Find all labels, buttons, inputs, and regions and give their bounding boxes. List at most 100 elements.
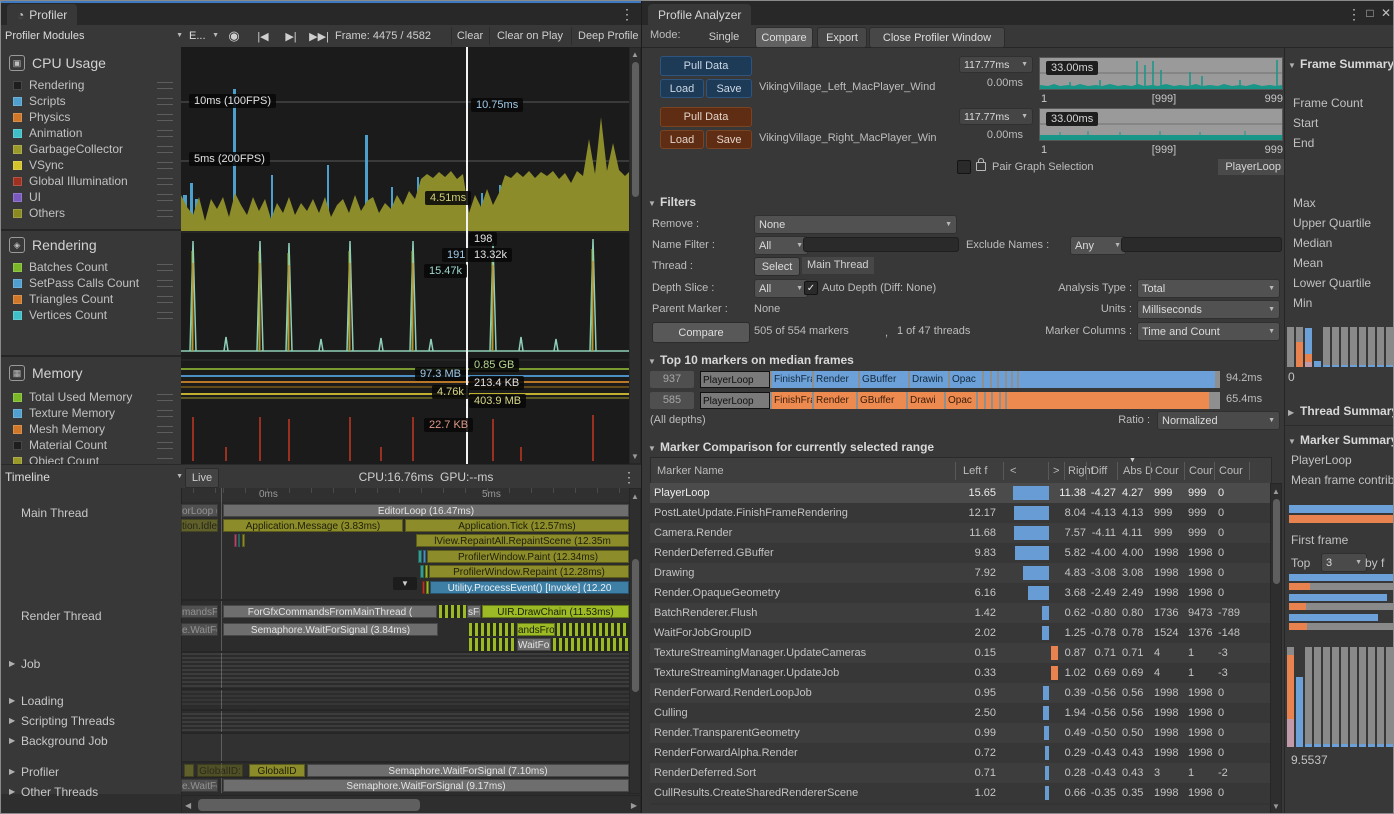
- legend-item[interactable]: Batches Count: [1, 259, 181, 275]
- drag-handle-icon[interactable]: [157, 394, 173, 401]
- drag-handle-icon[interactable]: [157, 146, 173, 153]
- top10-segment[interactable]: [986, 392, 991, 409]
- timeline-span[interactable]: [557, 623, 629, 636]
- top10-segment[interactable]: Render: [814, 371, 858, 388]
- scroll-down-icon[interactable]: ▼: [1271, 802, 1281, 811]
- timeline-hscrollbar[interactable]: ◀ ▶: [181, 795, 641, 814]
- table-row[interactable]: TextureStreamingManager.UpdateJob0.331.0…: [650, 663, 1270, 683]
- frame-graph-left[interactable]: 33.00ms: [1039, 57, 1283, 90]
- table-row[interactable]: PostLateUpdate.FinishFrameRendering12.17…: [650, 503, 1270, 523]
- table-row[interactable]: BatchRenderer.Flush1.420.62-0.800.801736…: [650, 603, 1270, 623]
- view-mode-dropdown[interactable]: Timeline ▼: [1, 468, 188, 485]
- table-row[interactable]: RenderForward.RenderLoopJob0.950.39-0.56…: [650, 683, 1270, 703]
- save-left-button[interactable]: Save: [706, 79, 752, 98]
- mode-single-button[interactable]: Single: [700, 27, 748, 46]
- legend-item[interactable]: Others: [1, 205, 181, 221]
- timeline-span[interactable]: Application.Tick (12.57ms): [405, 519, 629, 532]
- legend-item[interactable]: VSync: [1, 157, 181, 173]
- scroll-up-icon[interactable]: ▲: [630, 492, 640, 501]
- analysis-type-dropdown[interactable]: Total▼: [1137, 279, 1280, 298]
- timeline-span[interactable]: Semaphore.WaitForSignal (7.10ms): [307, 764, 629, 777]
- close-icon[interactable]: ✕: [1379, 6, 1393, 20]
- table-row[interactable]: Render.TransparentGeometry0.990.49-0.500…: [650, 723, 1270, 743]
- exclude-input[interactable]: [1121, 237, 1282, 252]
- drag-handle-icon[interactable]: [157, 178, 173, 185]
- timeline-span[interactable]: [469, 638, 515, 651]
- range-max-right-dropdown[interactable]: 117.77ms ▼: [959, 108, 1033, 125]
- pull-data-right-button[interactable]: Pull Data: [660, 107, 752, 127]
- table-row[interactable]: Drawing7.924.83-3.083.08199819980: [650, 563, 1270, 583]
- timeline-span[interactable]: orLoop (1.6: [181, 504, 218, 517]
- timeline-vscrollbar[interactable]: ▲: [629, 488, 641, 794]
- save-right-button[interactable]: Save: [706, 130, 752, 149]
- timeline-span[interactable]: Semaphore.WaitForSignal (3.84ms): [223, 623, 438, 636]
- col-count-left[interactable]: Cour: [1155, 465, 1185, 477]
- table-row[interactable]: Render.OpaqueGeometry6.163.68-2.492.4919…: [650, 583, 1270, 603]
- table-row[interactable]: Culling2.501.94-0.560.56199819980: [650, 703, 1270, 723]
- record-button[interactable]: ◉: [221, 27, 247, 45]
- timeline-span[interactable]: andsFrom: [517, 623, 555, 636]
- timeline-span[interactable]: e.WaitForSigna: [181, 623, 218, 636]
- timeline-span[interactable]: ProfilerWindow.Paint (12.34ms): [427, 550, 629, 563]
- timeline-span[interactable]: sFr: [467, 605, 481, 618]
- comparison-fold-icon[interactable]: ▼: [648, 444, 656, 453]
- top10-segment[interactable]: [993, 392, 999, 409]
- timeline-span[interactable]: [425, 565, 428, 578]
- range-max-left-dropdown[interactable]: 117.77ms ▼: [959, 56, 1033, 73]
- load-left-button[interactable]: Load: [660, 79, 704, 98]
- top10-segment[interactable]: [999, 371, 1005, 388]
- prev-frame-button[interactable]: |◀: [251, 27, 275, 45]
- top10-segment[interactable]: Opac: [946, 392, 976, 409]
- table-row[interactable]: CullResults.CreateSharedRendererScene1.0…: [650, 783, 1270, 803]
- profiler-modules-dropdown[interactable]: Profiler Modules ▼: [1, 27, 188, 44]
- drag-handle-icon[interactable]: [157, 296, 173, 303]
- drag-handle-icon[interactable]: [157, 114, 173, 121]
- legend-item[interactable]: Scripts: [1, 93, 181, 109]
- scroll-right-icon[interactable]: ▶: [631, 801, 637, 810]
- timeline-span[interactable]: [553, 638, 629, 651]
- ratio-dropdown[interactable]: Normalized▼: [1157, 411, 1280, 430]
- table-row[interactable]: RenderForwardAlpha.Render0.720.29-0.430.…: [650, 743, 1270, 763]
- deep-profile-button[interactable]: Deep Profile: [571, 27, 648, 45]
- clear-on-play-button[interactable]: Clear on Play: [489, 27, 570, 45]
- timeline-span[interactable]: Application.Message (3.83ms): [223, 519, 403, 532]
- thread-select-button[interactable]: Select: [754, 257, 800, 276]
- timeline-span[interactable]: e.WaitForSign: [181, 779, 218, 792]
- pull-data-left-button[interactable]: Pull Data: [660, 56, 752, 76]
- timeline-span[interactable]: [420, 565, 424, 578]
- thread-summary-fold-icon[interactable]: ▶: [1288, 408, 1294, 417]
- tab-profiler[interactable]: ◔ Profiler: [7, 4, 77, 25]
- pair-graph-checkbox[interactable]: [957, 160, 971, 174]
- clear-button[interactable]: Clear: [451, 27, 488, 45]
- timeline-span[interactable]: ProfilerWindow.Repaint (12.28ms): [429, 565, 629, 578]
- scroll-up-icon[interactable]: ▲: [630, 50, 640, 59]
- frame-selection-line[interactable]: [466, 47, 468, 464]
- chart-scrollbar[interactable]: ▲ ▼: [629, 47, 641, 464]
- table-row[interactable]: PlayerLoop15.6511.38-4.274.279999990: [650, 483, 1270, 503]
- tab-profile-analyzer[interactable]: Profile Analyzer: [648, 4, 751, 25]
- live-button[interactable]: Live: [185, 468, 219, 488]
- drag-handle-icon[interactable]: [157, 410, 173, 417]
- timeline-span[interactable]: [423, 550, 426, 563]
- legend-item[interactable]: SetPass Calls Count: [1, 275, 181, 291]
- legend-item[interactable]: Texture Memory: [1, 405, 181, 421]
- timeline-span[interactable]: ForGfxCommandsFromMainThread (: [223, 605, 437, 618]
- legend-item[interactable]: Total Used Memory: [1, 389, 181, 405]
- frame-graph-right[interactable]: 33.00ms: [1039, 108, 1283, 141]
- top10-segment[interactable]: GBuffer: [858, 392, 906, 409]
- legend-item[interactable]: Triangles Count: [1, 291, 181, 307]
- profiler-menu-icon[interactable]: ⋮: [619, 6, 635, 23]
- timeline-span[interactable]: [422, 581, 425, 594]
- compare-button[interactable]: Compare: [652, 322, 750, 343]
- table-row[interactable]: Camera.Render11.687.57-4.114.119999990: [650, 523, 1270, 543]
- drag-handle-icon[interactable]: [157, 194, 173, 201]
- module-title-rendering[interactable]: Rendering: [32, 237, 97, 253]
- timeline-span[interactable]: Utility.ProcessEvent() [Invoke] (12.20: [430, 581, 629, 594]
- drag-handle-icon[interactable]: [157, 98, 173, 105]
- top10-row[interactable]: 585PlayerLoopFinishFramRenderGBufferDraw…: [650, 391, 1282, 410]
- top10-marker-bar[interactable]: PlayerLoopFinishFramRenderGBufferDrawinO…: [700, 371, 1220, 388]
- col-diff[interactable]: Diff: [1091, 465, 1119, 477]
- filters-fold-icon[interactable]: ▼: [648, 199, 656, 208]
- timeline-span[interactable]: EditorLoop (16.47ms): [223, 504, 629, 517]
- timeline-span[interactable]: [234, 534, 237, 547]
